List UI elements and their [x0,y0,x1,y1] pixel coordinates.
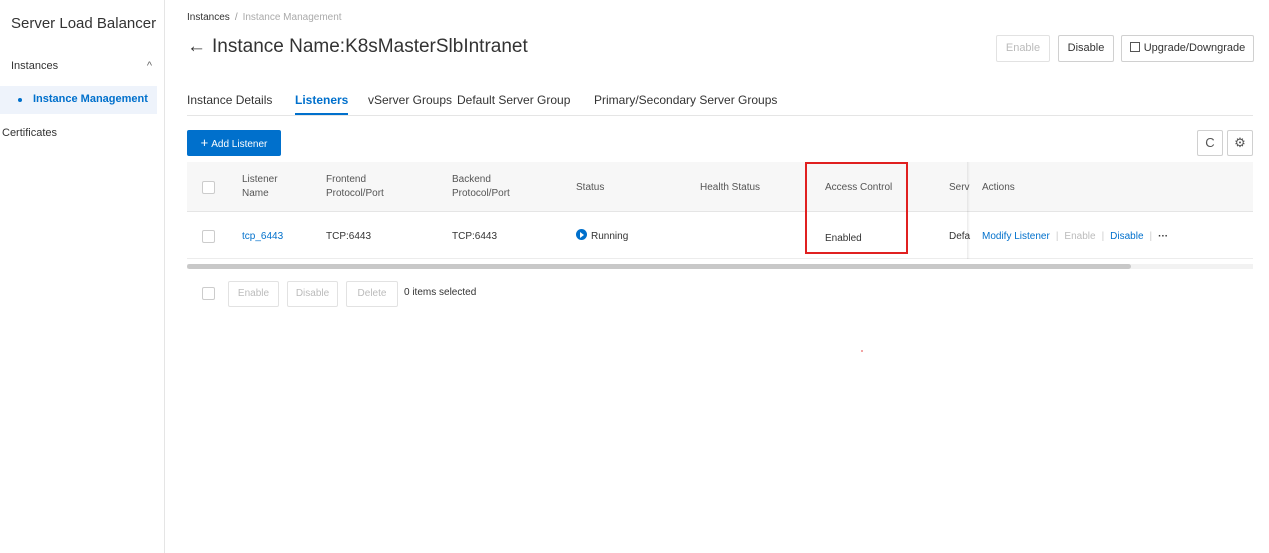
settings-button[interactable]: ⚙ [1227,130,1253,156]
bullet-icon [18,98,22,102]
actions-cell: Modify Listener | Enable | Disable | ··· [982,231,1168,242]
breadcrumb-current: Instance Management [242,12,342,23]
row-disable-link[interactable]: Disable [1110,231,1143,242]
column-header-health-status[interactable]: Health Status [700,181,760,195]
add-listener-label: Add Listener [211,139,268,150]
refresh-icon: C [1205,135,1215,150]
sidebar-item-instance-management[interactable]: Instance Management [0,86,157,114]
sidebar-group-label: Instances [11,60,59,72]
tab-listeners-label: Listeners [295,93,349,107]
breadcrumb: Instances / Instance Management [187,12,342,23]
stray-dot [861,350,863,352]
header-line: Protocol/Port [452,188,510,199]
column-header-backend[interactable]: Backend Protocol/Port [452,173,510,201]
column-header-actions: Actions [982,182,1015,193]
gear-icon: ⚙ [1234,135,1246,150]
table-header: Listener Name Frontend Protocol/Port Bac… [187,162,1253,212]
bulk-select-checkbox[interactable] [202,287,215,300]
sidebar-item-label: Instance Management [33,93,148,105]
upgrade-downgrade-button[interactable]: Upgrade/Downgrade [1121,35,1254,62]
active-tab-indicator [295,113,349,115]
add-listener-button[interactable]: + Add Listener [187,130,281,156]
header-line: Listener [242,174,278,185]
header-line: Backend [452,174,491,185]
horizontal-scrollbar-thumb[interactable] [187,264,1131,269]
more-actions-icon[interactable]: ··· [1158,231,1168,242]
header-line: Frontend [326,174,367,185]
tab-listeners[interactable]: Listeners [295,93,349,115]
upgrade-downgrade-label: Upgrade/Downgrade [1143,42,1246,54]
column-header-status[interactable]: Status [576,181,604,195]
enable-button[interactable]: Enable [996,35,1050,62]
bulk-enable-button[interactable]: Enable [228,281,279,307]
header-line: Name [242,188,269,199]
action-separator: | [1055,231,1059,242]
edit-icon [1129,42,1140,52]
fixed-column-shadow [967,162,970,259]
action-separator: | [1149,231,1153,242]
header-line: Protocol/Port [326,188,384,199]
refresh-button[interactable]: C [1197,130,1223,156]
column-header-frontend[interactable]: Frontend Protocol/Port [326,173,384,201]
row-enable-link[interactable]: Enable [1064,231,1095,242]
access-control-highlight [805,162,908,254]
frontend-cell: TCP:6443 [326,231,372,242]
status-text: Running [591,231,629,242]
sidebar-group-instances[interactable]: Instances ^ [11,60,156,78]
select-all-checkbox[interactable] [202,181,215,194]
tab-default-server-group[interactable]: Default Server Group [457,93,570,107]
plus-icon: + [200,135,209,150]
breadcrumb-instances[interactable]: Instances [187,12,230,23]
app-title: Server Load Balancer [11,15,157,32]
page-title: ← Instance Name:K8sMasterSlbIntranet [187,36,528,58]
sidebar: Server Load Balancer Instances ^ Instanc… [0,0,165,553]
page-title-text: Instance Name:K8sMasterSlbIntranet [212,36,528,57]
table-row: tcp_6443 TCP:6443 TCP:6443 Running Enabl… [187,213,1253,259]
backend-cell: TCP:6443 [452,231,498,242]
listener-name-link[interactable]: tcp_6443 [242,231,283,242]
disable-button[interactable]: Disable [1058,35,1114,62]
tab-primary-secondary-server-groups[interactable]: Primary/Secondary Server Groups [594,93,777,107]
selected-count: 0 items selected [404,287,477,298]
tab-vserver-groups[interactable]: vServer Groups [368,93,452,107]
chevron-up-icon: ^ [146,60,152,72]
status-cell: Running [576,229,628,242]
tab-instance-details[interactable]: Instance Details [187,93,272,107]
bulk-disable-button[interactable]: Disable [287,281,338,307]
column-header-listener-name[interactable]: Listener Name [242,173,278,201]
back-arrow-icon[interactable]: ← [187,36,206,57]
bulk-delete-button[interactable]: Delete [346,281,398,307]
sidebar-item-certificates[interactable]: Certificates [2,127,57,139]
action-separator: | [1101,231,1105,242]
breadcrumb-separator: / [234,12,238,23]
row-checkbox[interactable] [202,230,215,243]
running-icon [576,229,587,240]
tab-bar: Instance Details Listeners vServer Group… [187,93,1253,116]
modify-listener-link[interactable]: Modify Listener [982,231,1050,242]
